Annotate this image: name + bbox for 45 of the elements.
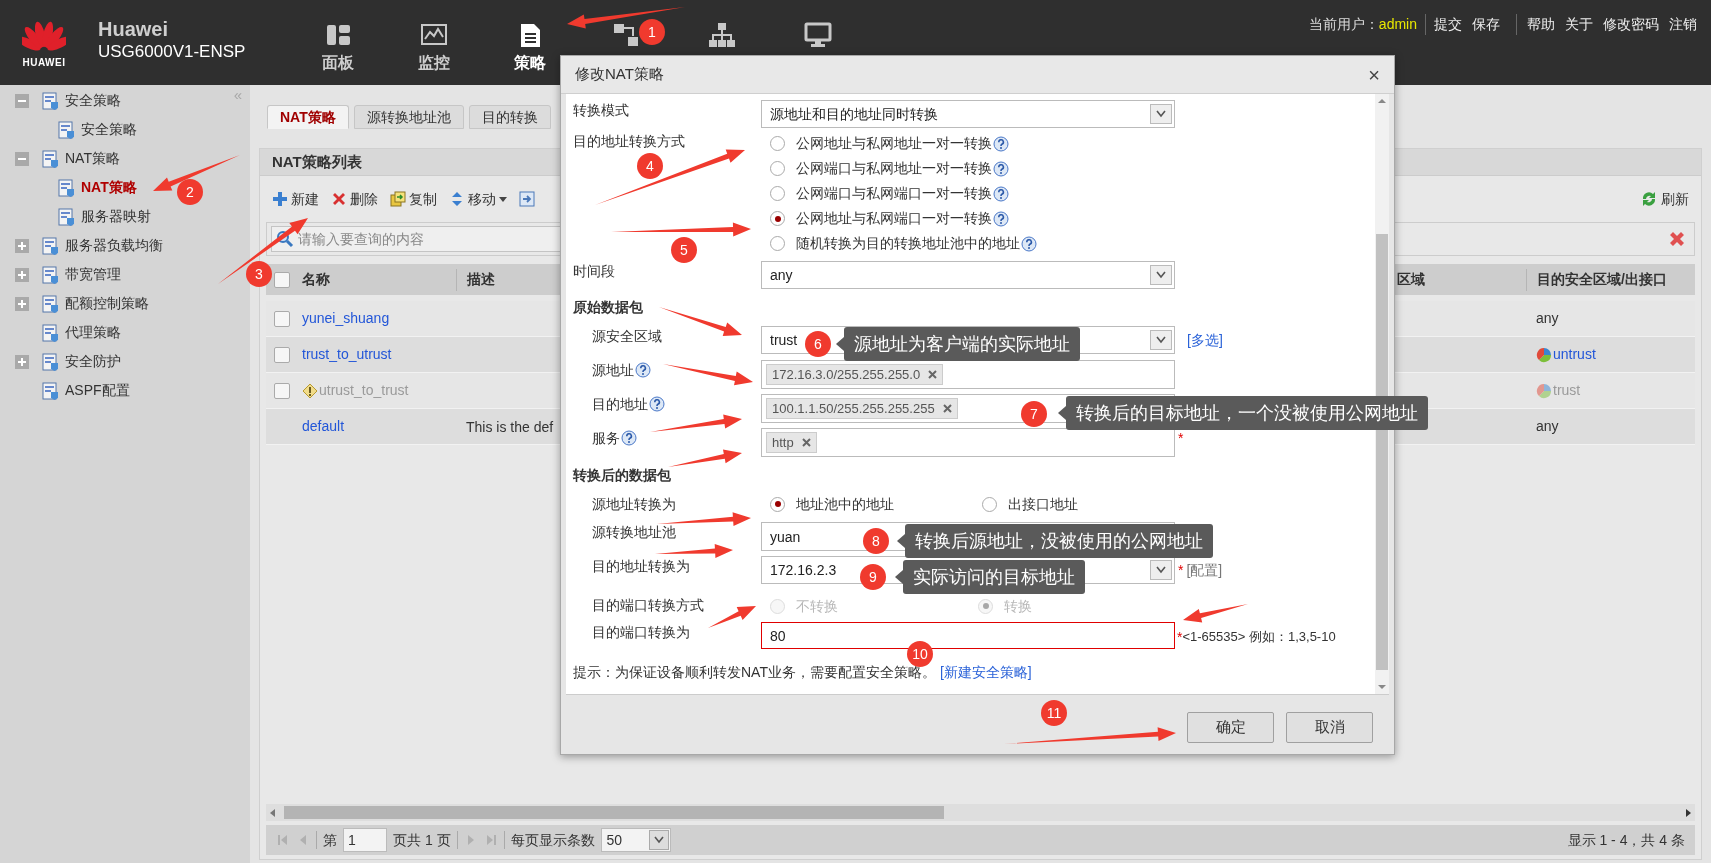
- required-mark: *: [1177, 628, 1183, 647]
- field-label: 服务: [592, 429, 620, 448]
- radio-label: 公网地址与私网地址一对一转换: [796, 134, 992, 153]
- field-label: 目的地址: [592, 395, 648, 414]
- radio-label: 公网端口与私网端口一对一转换: [796, 184, 992, 203]
- radio-label: 随机转换为目的转换地址池中的地址: [796, 234, 1020, 253]
- field-label: 源转换地址池: [592, 523, 676, 542]
- radio-label: 公网端口与私网地址一对一转换: [796, 159, 992, 178]
- pager-label: 第: [323, 830, 337, 850]
- radio-label: 不转换: [796, 596, 838, 616]
- radio-label: 出接口地址: [1008, 494, 1078, 514]
- section-heading: 转换后的数据包: [573, 465, 671, 485]
- field-label: 源地址转换为: [592, 495, 676, 514]
- hint-text: <1-65535> 例如：1,3,5-10: [1182, 628, 1336, 646]
- pager-label: 页共 1 页: [393, 830, 451, 850]
- callout-tooltip: 转换后的目标地址，一个没被使用公网地址: [1058, 396, 1428, 430]
- device-model: USG6000V1-ENSP: [98, 40, 247, 63]
- table-cell-text: any: [1536, 417, 1559, 436]
- user-name: admin: [1378, 15, 1417, 34]
- table-cell: This is the def: [466, 418, 554, 435]
- panel-title: NAT策略列表: [272, 151, 362, 172]
- field-label: 目的地址转换方式: [573, 132, 685, 151]
- callout-tooltip: 转换后源地址，没被使用的公网地址: [897, 524, 1213, 558]
- pager-label: 每页显示条数: [510, 830, 595, 850]
- field-label: 目的地址转换为: [592, 557, 690, 576]
- field-label: 时间段: [573, 262, 615, 281]
- dialog-title: 修改NAT策略: [575, 64, 664, 85]
- callout-tooltip: 实际访问的目标地址: [895, 560, 1085, 594]
- section-heading: 原始数据包: [573, 297, 643, 317]
- radio-label: 地址池中的地址: [796, 494, 894, 514]
- table-cell-text: any: [1536, 309, 1559, 328]
- field-label: 目的端口转换为: [592, 623, 690, 642]
- user-label: 当前用户：: [1308, 15, 1379, 34]
- radio-label: 公网地址与私网端口一对一转换: [796, 209, 992, 228]
- field-label: 源地址: [592, 361, 634, 380]
- pager-summary: 显示 1 - 4，共 4 条: [1567, 830, 1685, 850]
- logo-text: HUAWEI: [22, 56, 66, 70]
- required-mark: *: [1178, 561, 1184, 580]
- callout-tooltip: 源地址为客户端的实际地址: [836, 327, 1080, 361]
- field-label: 目的端口转换方式: [592, 596, 704, 615]
- required-mark: *: [1178, 429, 1184, 448]
- field-label: 源安全区域: [592, 327, 662, 346]
- field-label: 转换模式: [573, 101, 629, 120]
- brand-name: Huawei: [98, 16, 170, 41]
- radio-label: 转换: [1004, 596, 1032, 616]
